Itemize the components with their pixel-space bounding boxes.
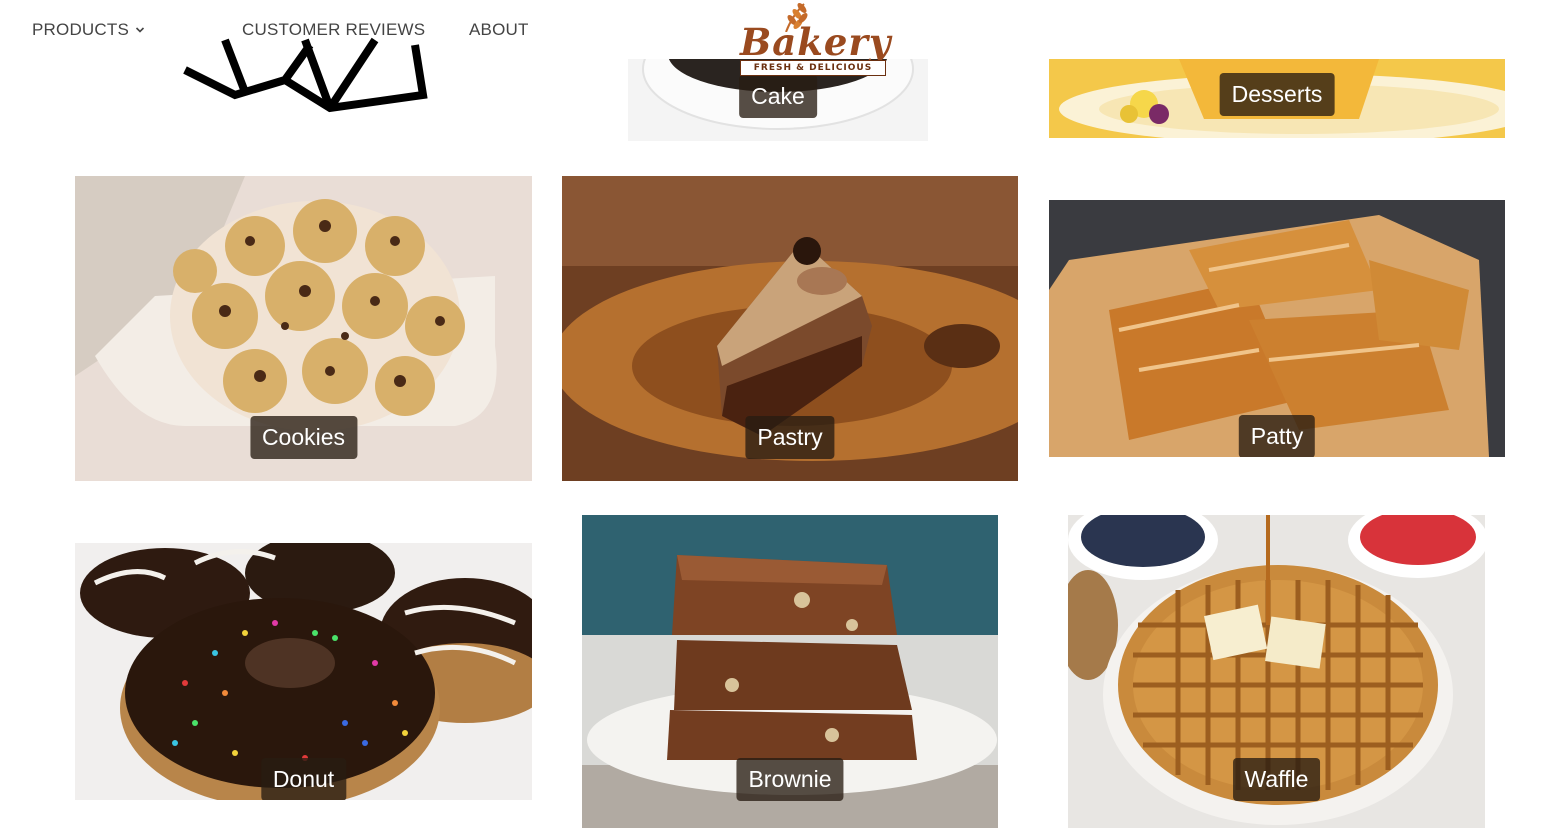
product-label: Brownie — [736, 758, 844, 801]
product-label: Patty — [1238, 415, 1316, 457]
product-label: Desserts — [1219, 73, 1335, 116]
product-label: Cake — [739, 75, 817, 118]
chevron-down-icon — [135, 27, 145, 33]
product-card-pastry[interactable]: Pastry — [562, 176, 1018, 481]
logo-tagline: FRESH & DELICIOUS — [740, 60, 886, 76]
product-card-desserts[interactable]: Desserts — [1049, 59, 1505, 138]
product-label: Pastry — [745, 416, 835, 459]
product-label: Donut — [260, 758, 347, 800]
nav-products-label: PRODUCTS — [32, 20, 129, 39]
nav-customer-reviews-link[interactable]: CUSTOMER REVIEWS — [242, 19, 425, 41]
page: Cake Desserts Cookies Pastry Patty Donut… — [0, 0, 1547, 836]
bakery-logo[interactable]: Bakery FRESH & DELICIOUS — [738, 2, 892, 78]
product-card-patty[interactable]: Patty — [1049, 200, 1505, 457]
product-card-donut[interactable]: Donut — [75, 543, 532, 800]
nav-products-dropdown[interactable]: PRODUCTS — [32, 19, 145, 41]
product-label: Waffle — [1232, 758, 1321, 801]
nav-about-link[interactable]: ABOUT — [469, 19, 529, 41]
product-card-waffle[interactable]: Waffle — [1068, 515, 1485, 828]
product-label: Cookies — [249, 416, 358, 459]
product-card-cookies[interactable]: Cookies — [75, 176, 532, 481]
logo-wordmark: Bakery — [740, 20, 892, 64]
product-card-brownie[interactable]: Brownie — [582, 515, 998, 828]
